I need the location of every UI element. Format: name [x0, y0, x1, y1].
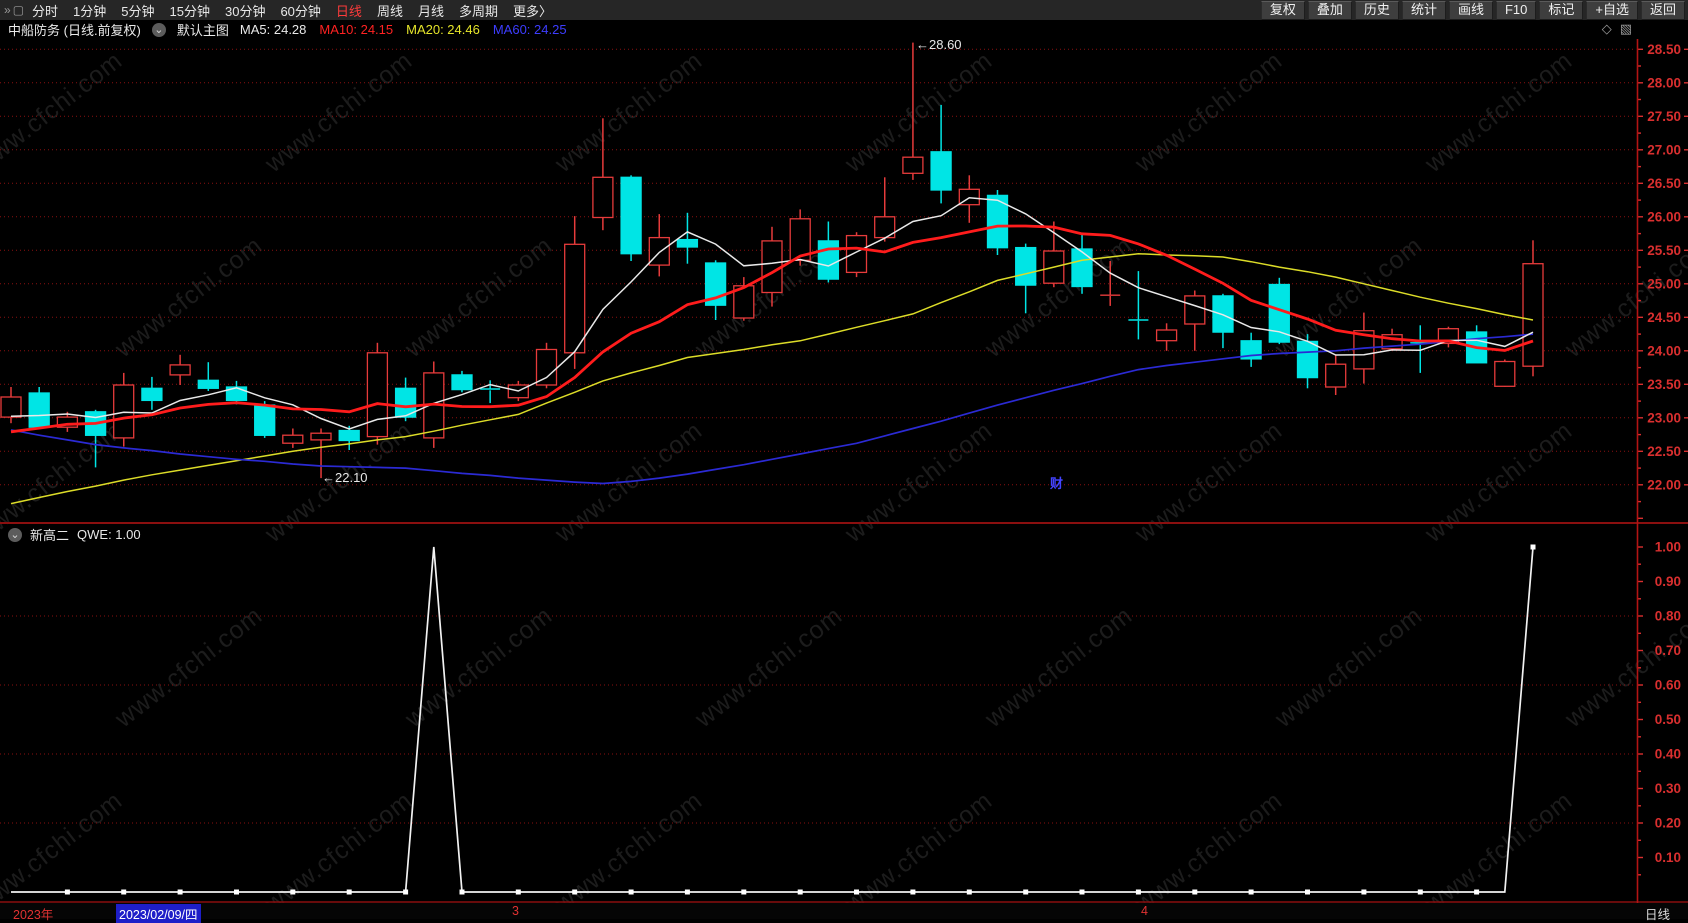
- ma60-label: MA60: 24.25: [492, 22, 567, 37]
- add-watchlist-button[interactable]: +自选: [1586, 0, 1638, 20]
- tab-60min[interactable]: 60分钟: [280, 1, 320, 20]
- svg-text:25.00: 25.00: [1647, 276, 1681, 291]
- period-label: 日线: [1645, 908, 1671, 922]
- top-toolbar: » ▢ 分时 1分钟 5分钟 15分钟 30分钟 60分钟 日线 周线 月线 多周期 更多〉 复权 叠加…: [0, 0, 1688, 20]
- svg-text:28.00: 28.00: [1647, 75, 1681, 90]
- chevron-down-icon[interactable]: ⌄: [151, 22, 166, 37]
- candles: [0, 42, 1544, 479]
- diamond-icon[interactable]: ◇: [1602, 21, 1612, 37]
- main-overlay-label[interactable]: 默认主图: [177, 20, 229, 39]
- svg-text:0.60: 0.60: [1655, 678, 1681, 693]
- svg-text:23.00: 23.00: [1647, 410, 1681, 425]
- ma-value-labels: MA5: 24.28 MA10: 24.15 MA20: 24.46 MA60: 24…: [240, 22, 567, 37]
- svg-text:0.10: 0.10: [1655, 850, 1681, 865]
- low-price-annotation: ←22.10: [322, 470, 368, 485]
- high-price-annotation: ←28.60: [916, 37, 962, 52]
- svg-text:27.00: 27.00: [1647, 142, 1681, 157]
- back-button[interactable]: 返回: [1640, 0, 1685, 20]
- window-icon[interactable]: ▢: [13, 3, 24, 17]
- svg-text:0.70: 0.70: [1655, 643, 1681, 658]
- tab-5min[interactable]: 5分钟: [121, 1, 154, 20]
- tab-monthly[interactable]: 月线: [418, 1, 444, 20]
- overlay-button[interactable]: 叠加: [1307, 0, 1352, 20]
- window-controls[interactable]: » ▢: [0, 3, 32, 17]
- svg-text:0.80: 0.80: [1655, 609, 1681, 624]
- tab-15min[interactable]: 15分钟: [170, 1, 210, 20]
- svg-text:28.50: 28.50: [1647, 42, 1681, 57]
- symbol-title: 中船防务 (日线.前复权): [8, 23, 141, 38]
- tab-30min[interactable]: 30分钟: [225, 1, 265, 20]
- toolbar-buttons: 复权 叠加 历史 统计 画线 F10 标记 +自选 返回: [1260, 0, 1688, 20]
- svg-text:27.50: 27.50: [1647, 109, 1681, 124]
- indicator-name[interactable]: 新高二: [30, 525, 69, 544]
- year-label: 2023年: [13, 908, 54, 922]
- kline-chart[interactable]: 28.50 28.00 27.50 27.00 26.50 26.00 25.50 25.00…: [0, 0, 1688, 919]
- svg-text:24.00: 24.00: [1647, 343, 1681, 358]
- split-view-icon[interactable]: ▧: [1620, 21, 1632, 37]
- svg-text:0.30: 0.30: [1655, 781, 1681, 796]
- adjust-price-button[interactable]: 复权: [1260, 0, 1305, 20]
- svg-text:0.40: 0.40: [1655, 747, 1681, 762]
- svg-text:26.00: 26.00: [1647, 209, 1681, 224]
- svg-text:23.50: 23.50: [1647, 377, 1681, 392]
- tab-more[interactable]: 更多〉: [513, 1, 552, 20]
- period-tab-bar: 分时 1分钟 5分钟 15分钟 30分钟 60分钟 日线 周线 月线 多周期 更多〉: [32, 1, 552, 20]
- indicator-header: ⌄ 新高二 QWE: 1.00: [8, 525, 141, 544]
- tab-daily[interactable]: 日线: [336, 1, 362, 20]
- tab-multi-period[interactable]: 多周期: [459, 1, 498, 20]
- indicator-value: QWE: 1.00: [77, 527, 141, 542]
- qwe-line: [11, 546, 1534, 893]
- svg-text:22.50: 22.50: [1647, 444, 1681, 459]
- double-arrow-icon[interactable]: »: [4, 3, 11, 17]
- chevron-down-icon[interactable]: ⌄: [8, 527, 22, 542]
- draw-line-button[interactable]: 画线: [1448, 0, 1493, 20]
- mark-button[interactable]: 标记: [1539, 0, 1584, 20]
- svg-text:1.00: 1.00: [1655, 540, 1681, 555]
- chart-header: 中船防务 (日线.前复权) ⌄ 默认主图 MA5: 24.28 MA10: 24.…: [0, 20, 1688, 39]
- ma20-label: MA20: 24.46: [406, 22, 480, 37]
- time-axis: 2023年 2023/02/09/四 3 4 日线: [0, 903, 1688, 923]
- month-label: 4: [1141, 904, 1148, 918]
- ma5-label: MA5: 24.28: [239, 22, 307, 37]
- svg-text:0.20: 0.20: [1655, 816, 1681, 831]
- month-label: 3: [512, 904, 519, 918]
- tab-weekly[interactable]: 周线: [377, 1, 403, 20]
- svg-text:25.50: 25.50: [1647, 243, 1681, 258]
- svg-text:0.50: 0.50: [1655, 712, 1681, 727]
- tab-1min[interactable]: 1分钟: [73, 1, 106, 20]
- selected-date-chip[interactable]: 2023/02/09/四: [116, 904, 201, 923]
- svg-text:22.00: 22.00: [1647, 477, 1681, 492]
- svg-text:0.90: 0.90: [1655, 574, 1681, 589]
- finance-event-marker[interactable]: 财: [1050, 473, 1063, 492]
- ma10-label: MA10: 24.15: [319, 22, 394, 37]
- tab-intraday[interactable]: 分时: [32, 1, 58, 20]
- chart-corner-icons: ◇ ▧: [1602, 21, 1632, 37]
- stats-button[interactable]: 统计: [1401, 0, 1446, 20]
- svg-text:24.50: 24.50: [1647, 310, 1681, 325]
- f10-button[interactable]: F10: [1495, 0, 1537, 20]
- svg-text:26.50: 26.50: [1647, 176, 1681, 191]
- history-button[interactable]: 历史: [1354, 0, 1399, 20]
